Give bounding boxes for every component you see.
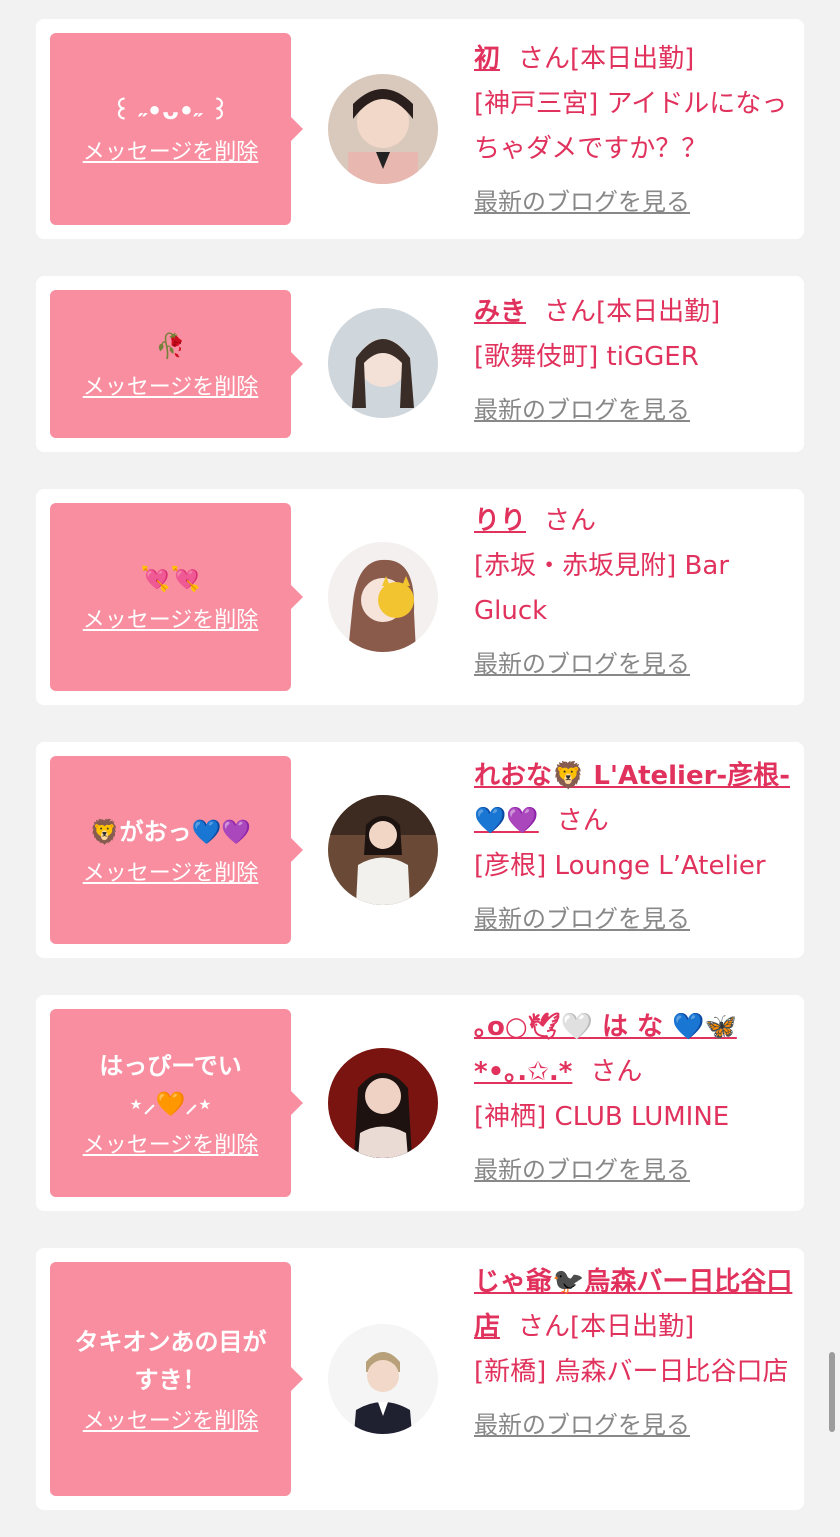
san-label: さん xyxy=(544,506,597,536)
scrollbar[interactable] xyxy=(829,1352,835,1432)
message-card: 💘💘 メッセージを削除 りり さん [赤坂・赤坂見附] Bar Gluck 最新の… xyxy=(36,489,804,705)
shop-name: [赤坂・赤坂見附] Bar Gluck xyxy=(474,551,730,626)
cast-info: ｡o○🕊🤍 は な 💙🦋 *•｡.✩.* さん [神栖] CLUB LUMINE … xyxy=(474,1005,794,1193)
latest-blog-link[interactable]: 最新のブログを見る xyxy=(474,897,690,942)
message-bubble: タキオンあの目が すき！ メッセージを削除 xyxy=(50,1262,303,1496)
latest-blog-link[interactable]: 最新のブログを見る xyxy=(474,388,690,433)
attendance-badge: [本日出勤] xyxy=(596,297,721,327)
shop-name: [神戸三宮] アイドルになっちゃダメですか？？ xyxy=(474,89,788,164)
message-bubble: はっぴーでい ⋆⸝🧡⸝⋆ メッセージを削除 xyxy=(50,1009,303,1197)
delete-message-link[interactable]: メッセージを削除 xyxy=(83,1403,259,1435)
avatar[interactable] xyxy=(328,542,438,652)
avatar[interactable] xyxy=(328,795,438,905)
san-label: さん xyxy=(590,1057,643,1087)
message-bubble: 💘💘 メッセージを削除 xyxy=(50,503,303,691)
cast-info: りり さん [赤坂・赤坂見附] Bar Gluck 最新のブログを見る xyxy=(474,499,794,687)
delete-message-link[interactable]: メッセージを削除 xyxy=(83,602,259,634)
delete-message-link[interactable]: メッセージを削除 xyxy=(83,1127,259,1159)
attendance-badge: [本日出勤] xyxy=(570,1312,695,1342)
message-text: 🥀 xyxy=(155,332,186,360)
avatar[interactable] xyxy=(328,1324,438,1434)
delete-message-link[interactable]: メッセージを削除 xyxy=(83,855,259,887)
shop-name: [新橋] 烏森バー日比谷口店 xyxy=(474,1357,789,1387)
message-card: 🦁がおっ💙💜 メッセージを削除 れおな🦁 L'Atelier-彦根-💙💜 さん [… xyxy=(36,742,804,958)
message-card: はっぴーでい ⋆⸝🧡⸝⋆ メッセージを削除 ｡o○🕊🤍 は な 💙🦋 *•｡.✩… xyxy=(36,995,804,1211)
avatar[interactable] xyxy=(328,1048,438,1158)
cast-name-link[interactable]: 初 xyxy=(474,44,500,74)
san-label: さん xyxy=(518,44,571,74)
message-card: タキオンあの目が すき！ メッセージを削除 じゃ爺🐦‍⬛烏森バー日比谷口店 さん[… xyxy=(36,1248,804,1510)
message-text: ꒰ ˶•ᴗ•˶ ꒱ xyxy=(111,97,230,125)
message-text: はっぴーでい ⋆⸝🧡⸝⋆ xyxy=(99,1052,242,1118)
message-text: 💘💘 xyxy=(140,565,201,593)
shop-name: [彦根] Lounge L’Atelier xyxy=(474,851,766,881)
delete-message-link[interactable]: メッセージを削除 xyxy=(83,369,259,401)
message-card: 🥀 メッセージを削除 みき さん[本日出勤] [歌舞伎町] tiGGER 最新のブ… xyxy=(36,276,804,452)
latest-blog-link[interactable]: 最新のブログを見る xyxy=(474,1403,690,1448)
cast-name-link[interactable]: りり xyxy=(474,506,526,536)
latest-blog-link[interactable]: 最新のブログを見る xyxy=(474,642,690,687)
san-label: さん xyxy=(556,806,609,836)
message-bubble: ꒰ ˶•ᴗ•˶ ꒱ メッセージを削除 xyxy=(50,33,303,225)
delete-message-link[interactable]: メッセージを削除 xyxy=(83,134,259,166)
san-label: さん xyxy=(544,297,597,327)
message-text: 🦁がおっ💙💜 xyxy=(89,818,252,846)
latest-blog-link[interactable]: 最新のブログを見る xyxy=(474,180,690,225)
cast-info: 初さん[本日出勤] [神戸三宮] アイドルになっちゃダメですか？？ 最新のブログ… xyxy=(474,37,794,225)
avatar[interactable] xyxy=(328,308,438,418)
cast-info: みき さん[本日出勤] [歌舞伎町] tiGGER 最新のブログを見る xyxy=(474,290,794,433)
avatar[interactable] xyxy=(328,74,438,184)
san-label: さん xyxy=(518,1312,571,1342)
message-text: タキオンあの目が すき！ xyxy=(74,1328,267,1394)
cast-info: じゃ爺🐦‍⬛烏森バー日比谷口店 さん[本日出勤] [新橋] 烏森バー日比谷口店 最… xyxy=(474,1260,794,1448)
shop-name: [神栖] CLUB LUMINE xyxy=(474,1102,730,1132)
attendance-badge: [本日出勤] xyxy=(570,44,695,74)
cast-name-link[interactable]: みき xyxy=(474,297,526,327)
message-card: ꒰ ˶•ᴗ•˶ ꒱ メッセージを削除 初さん[本日出勤] [神戸三宮] アイドル… xyxy=(36,19,804,239)
shop-name: [歌舞伎町] tiGGER xyxy=(474,342,699,372)
message-bubble: 🦁がおっ💙💜 メッセージを削除 xyxy=(50,756,303,944)
cast-name-link[interactable]: れおな🦁 L'Atelier-彦根-💙💜 xyxy=(474,761,790,836)
cast-info: れおな🦁 L'Atelier-彦根-💙💜 さん [彦根] Lounge L’Ate… xyxy=(474,754,794,942)
latest-blog-link[interactable]: 最新のブログを見る xyxy=(474,1148,690,1193)
message-bubble: 🥀 メッセージを削除 xyxy=(50,290,303,438)
